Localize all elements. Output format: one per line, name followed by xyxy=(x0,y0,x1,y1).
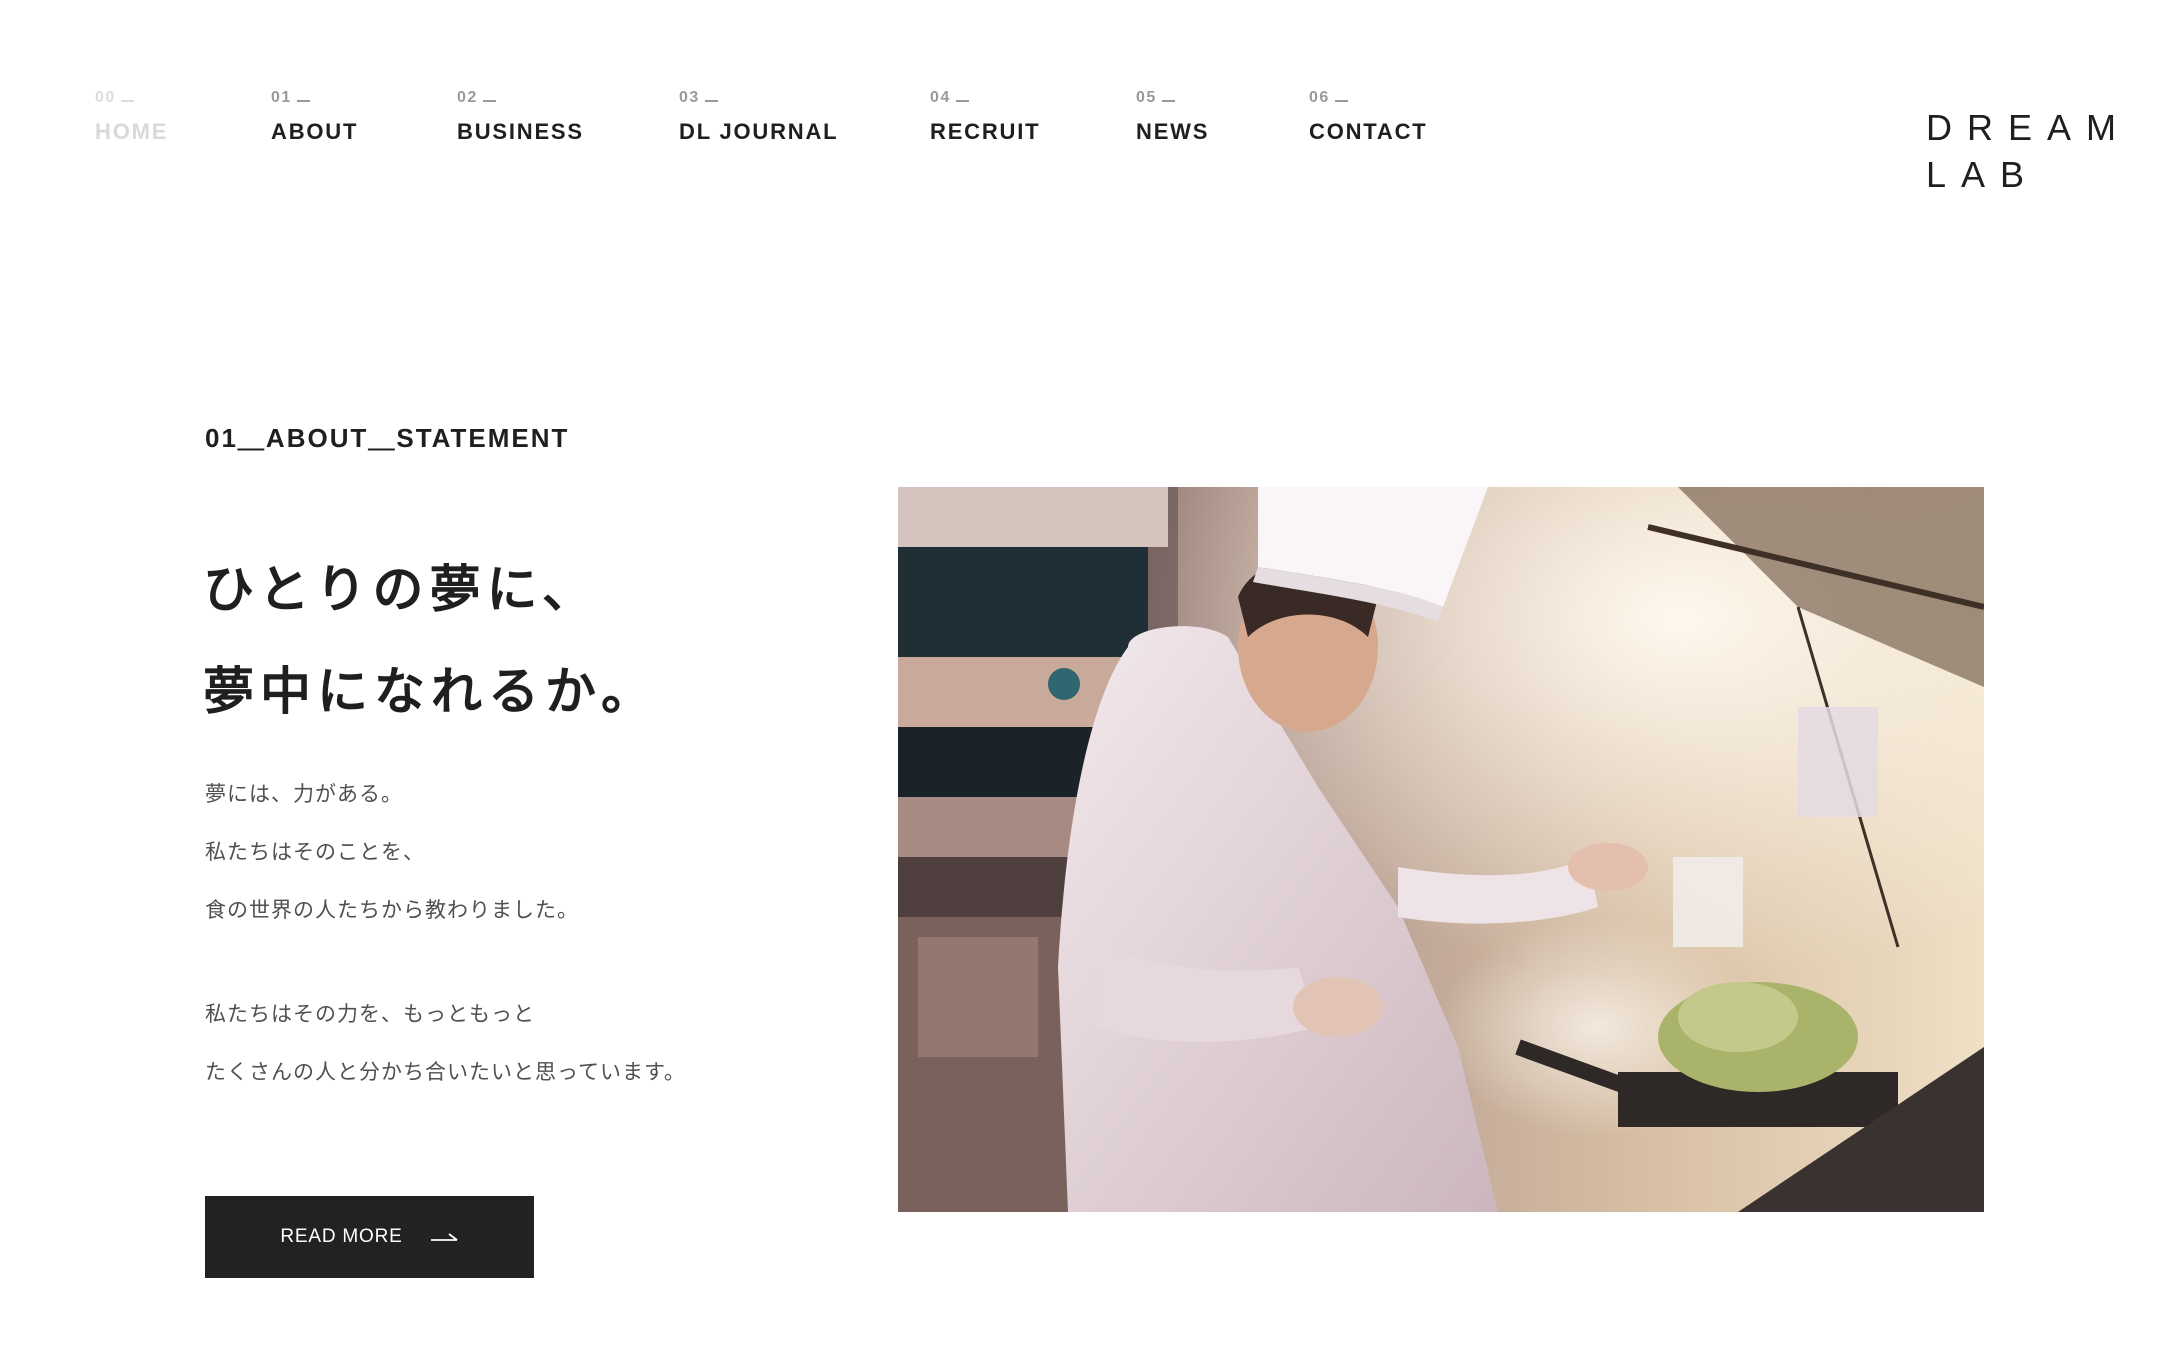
nav-number-text: 00 xyxy=(95,89,116,106)
nav-number-text: 06 xyxy=(1309,89,1330,106)
nav-item-about[interactable]: 01 ABOUT xyxy=(271,88,358,145)
headline-line-2: 夢中になれるか。 xyxy=(203,663,658,722)
nav-dash xyxy=(296,100,310,102)
photo-illustration xyxy=(898,487,1984,1212)
about-headline: ひとりの夢に、 夢中になれるか。 xyxy=(203,540,658,744)
nav-number: 04 xyxy=(930,88,1040,108)
nav-number-text: 02 xyxy=(457,89,478,106)
nav-dash xyxy=(955,100,969,102)
site-logo[interactable]: DREAM LAB xyxy=(1926,104,2131,198)
nav-item-recruit[interactable]: 04 RECRUIT xyxy=(930,88,1040,145)
nav-label: BUSINESS xyxy=(457,119,584,144)
nav-item-home[interactable]: 00 HOME xyxy=(95,88,168,145)
body-paragraph: たくさんの人と分かち合いたいと思っています。 xyxy=(205,1060,686,1084)
body-paragraph: 私たちはそのことを、 xyxy=(205,840,425,864)
nav-number: 05 xyxy=(1136,88,1209,108)
nav-number: 00 xyxy=(95,88,168,108)
nav-item-contact[interactable]: 06 CONTACT xyxy=(1309,88,1428,145)
nav-item-news[interactable]: 05 NEWS xyxy=(1136,88,1209,145)
nav-label: NEWS xyxy=(1136,119,1210,144)
nav-number: 02 xyxy=(457,88,584,108)
nav-number-text: 03 xyxy=(679,89,700,106)
read-more-button[interactable]: READ MORE xyxy=(205,1196,534,1278)
logo-line-2: LAB xyxy=(1926,154,2040,195)
chef-cooking-photo xyxy=(898,487,1984,1212)
nav-dash xyxy=(704,100,718,102)
nav-number-text: 01 xyxy=(271,89,292,106)
nav-label: DL JOURNAL xyxy=(679,119,839,144)
body-paragraph: 食の世界の人たちから教わりました。 xyxy=(205,898,579,922)
logo-line-1: DREAM xyxy=(1926,107,2132,148)
body-paragraph: 夢には、力がある。 xyxy=(205,782,403,806)
long-arrow-right-icon xyxy=(430,1233,458,1241)
nav-dash xyxy=(482,100,496,102)
nav-label: CONTACT xyxy=(1309,119,1428,144)
nav-number: 01 xyxy=(271,88,358,108)
nav-number-text: 05 xyxy=(1136,89,1157,106)
nav-dash xyxy=(1161,100,1175,102)
nav-number: 03 xyxy=(679,88,838,108)
nav-dash xyxy=(1334,100,1348,102)
nav-item-dl-journal[interactable]: 03 DL JOURNAL xyxy=(679,88,838,145)
nav-item-business[interactable]: 02 BUSINESS xyxy=(457,88,584,145)
nav-label: ABOUT xyxy=(271,119,359,144)
section-label: 01＿ABOUT＿STATEMENT xyxy=(205,423,570,453)
page: 00 HOME 01 ABOUT 02 BUSINESS 03 DL JOURN… xyxy=(0,0,2160,1350)
headline-line-1: ひとりの夢に、 xyxy=(203,561,599,620)
nav-number: 06 xyxy=(1309,88,1428,108)
nav-dash xyxy=(120,100,134,102)
nav-label: RECRUIT xyxy=(930,119,1041,144)
nav-label: HOME xyxy=(95,119,169,144)
body-paragraph: 私たちはその力を、もっともっと xyxy=(205,1002,535,1026)
read-more-label: READ MORE xyxy=(280,1226,403,1247)
nav-number-text: 04 xyxy=(930,89,951,106)
about-body: 夢には、力がある。 私たちはそのことを、 食の世界の人たちから教わりました。 私… xyxy=(205,776,686,1112)
